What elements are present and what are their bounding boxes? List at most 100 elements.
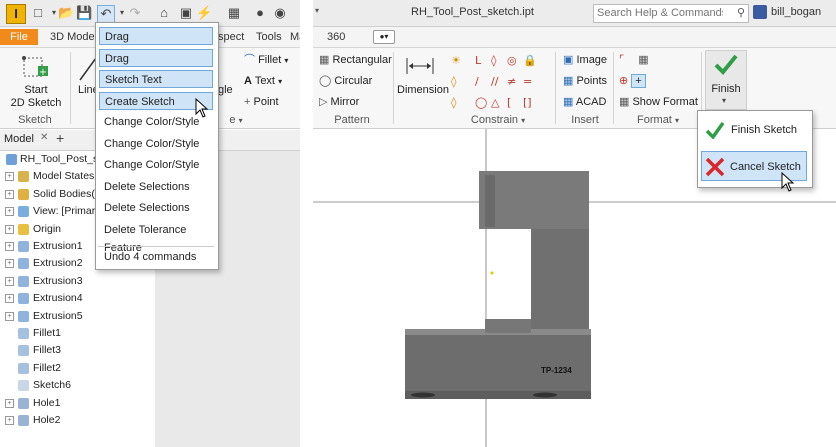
expand-icon[interactable]: +	[5, 224, 14, 234]
user-avatar-icon[interactable]	[753, 5, 767, 19]
chevron-down-icon[interactable]: ▾	[315, 6, 319, 15]
fillet-icon	[18, 328, 29, 339]
tree-node[interactable]: Sketch6	[0, 377, 155, 394]
appearance-icon[interactable]: ◉	[272, 5, 288, 21]
create-group-label[interactable]: e ▾	[226, 113, 246, 127]
tab-a360[interactable]: 360	[321, 29, 351, 45]
expand-icon[interactable]: +	[5, 207, 14, 217]
home-icon[interactable]: ⌂	[156, 5, 172, 21]
fillet-button[interactable]: ⌒ Fillet ▾	[244, 52, 288, 68]
menu-divider	[98, 246, 214, 247]
folder-icon	[18, 223, 29, 235]
point-button[interactable]: + Point	[244, 94, 279, 110]
search-help-box[interactable]: ⚲	[593, 4, 749, 23]
show-format-button[interactable]: ▦ Show Format	[619, 94, 698, 110]
undo-menu-item[interactable]: Drag	[99, 27, 213, 45]
start-2d-sketch-button[interactable]: Start 2D Sketch	[8, 84, 64, 110]
add-browser-tab-button[interactable]: +	[56, 130, 64, 146]
measure-icon[interactable]: ▦	[226, 5, 242, 21]
undo-multiple-footer[interactable]: Undo 4 commands	[99, 248, 213, 266]
start-sketch-icon[interactable]: +	[20, 54, 50, 80]
expand-icon[interactable]: +	[5, 276, 14, 286]
tree-node-label: Extrusion3	[33, 274, 83, 287]
tree-node[interactable]: + Extrusion4	[0, 290, 155, 307]
constrain-group-label[interactable]: Constrain ▾	[443, 113, 553, 127]
format-buttons-row2[interactable]: ⊕ +	[619, 73, 646, 89]
tree-node[interactable]: + Hole2	[0, 412, 155, 429]
centerline-icon: ⊕	[619, 75, 629, 87]
tree-node[interactable]: + Hole1	[0, 395, 155, 412]
mouse-cursor-icon	[195, 97, 209, 118]
insert-image-button[interactable]: ▣ Image	[563, 52, 607, 68]
tab-file[interactable]: File	[0, 29, 38, 45]
expand-icon[interactable]: +	[5, 398, 14, 408]
save-icon[interactable]: 💾	[76, 5, 92, 21]
svg-text:🔒: 🔒	[523, 54, 537, 67]
rectangular-pattern-button[interactable]: ▦ Rectangular	[319, 52, 392, 68]
circular-pattern-button[interactable]: ◯ Circular	[319, 73, 372, 89]
format-group-label[interactable]: Format ▾	[615, 113, 701, 127]
expand-icon[interactable]: +	[5, 311, 14, 321]
expand-icon[interactable]: +	[5, 294, 14, 304]
text-button[interactable]: A Text ▾	[244, 73, 282, 89]
undo-menu-item[interactable]: Delete Tolerance Feature	[99, 221, 213, 254]
search-input[interactable]	[594, 5, 726, 20]
svg-text:△: △	[491, 96, 500, 109]
model-states-icon	[18, 171, 29, 183]
update-icon[interactable]: ▣	[178, 5, 194, 21]
expand-icon[interactable]: +	[5, 172, 14, 182]
tab-options-icon[interactable]: ●▾	[373, 30, 395, 44]
expand-icon[interactable]: +	[5, 189, 14, 199]
redo-icon[interactable]: ↷	[127, 5, 143, 21]
mirror-button[interactable]: ▷ Mirror	[319, 94, 359, 110]
chevron-down-icon[interactable]: ▾	[722, 96, 726, 105]
new-file-icon[interactable]: □	[30, 5, 46, 21]
open-folder-icon[interactable]: 📂	[58, 5, 74, 21]
user-name[interactable]: bill_bogan	[771, 6, 821, 18]
svg-text:≠: ≠	[507, 75, 516, 88]
tool-post-part	[405, 171, 591, 399]
tree-node-label: Extrusion1	[33, 240, 83, 252]
insert-acad-button[interactable]: ▦ ACAD	[563, 94, 606, 110]
undo-menu-item[interactable]: Delete Selections	[99, 178, 213, 196]
tab-tools[interactable]: Tools	[250, 29, 288, 45]
undo-menu-item[interactable]: Sketch Text	[99, 70, 213, 88]
close-icon[interactable]: ✕	[40, 132, 48, 143]
material-icon[interactable]: ●	[252, 5, 268, 21]
expand-icon[interactable]: +	[5, 242, 14, 251]
tree-node[interactable]: Fillet2	[0, 360, 155, 377]
image-icon: ▣	[563, 54, 574, 66]
tree-node-label: View: [Primary]	[33, 205, 104, 218]
tab-model[interactable]: Model	[4, 133, 34, 145]
undo-menu-item[interactable]: Drag	[99, 48, 213, 67]
rectangular-pattern-icon: ▦	[319, 54, 330, 66]
svg-text:◯: ◯	[475, 96, 487, 109]
import-points-button[interactable]: ▦ Points	[563, 73, 607, 89]
hole-icon	[18, 415, 29, 426]
undo-menu-item[interactable]: Change Color/Style	[99, 156, 213, 174]
constraint-buttons-grid: ☀ L ◊ ◎ 🔒 ◊ ///≠ = ◊ ◯ △[[]	[449, 52, 545, 110]
expand-icon[interactable]: +	[5, 259, 14, 269]
fillet-icon	[18, 345, 29, 357]
inventor-logo[interactable]: I	[6, 4, 26, 24]
finish-sketch-menu-item[interactable]: Finish Sketch	[701, 115, 807, 145]
undo-menu-item[interactable]: Change Color/Style	[99, 135, 213, 153]
expand-icon[interactable]: +	[5, 416, 14, 425]
tree-node[interactable]: + Extrusion3	[0, 273, 155, 290]
tree-node[interactable]: + Extrusion5	[0, 308, 155, 325]
tree-node[interactable]: Fillet3	[0, 342, 155, 359]
center-point-icon: +	[631, 74, 646, 88]
circular-pattern-icon: ◯	[319, 75, 332, 87]
select-icon[interactable]: ⚡	[196, 5, 212, 21]
undo-menu-item[interactable]: Delete Selections	[99, 199, 213, 217]
dimension-icon[interactable]	[405, 54, 435, 76]
undo-icon[interactable]: ↶	[97, 5, 115, 23]
ribbon-tabs-right: 360 ●▾	[313, 27, 836, 48]
tree-node[interactable]: Fillet1	[0, 325, 155, 342]
tab-manage[interactable]: Ma	[284, 29, 300, 45]
search-icon[interactable]: ⚲	[737, 6, 745, 19]
dimension-button[interactable]: Dimension	[397, 84, 449, 97]
view-icon	[18, 206, 29, 218]
finish-sketch-split-button[interactable]: Finish ▾	[705, 50, 747, 110]
format-buttons-row1[interactable]: ⌜ ▦	[619, 52, 649, 68]
